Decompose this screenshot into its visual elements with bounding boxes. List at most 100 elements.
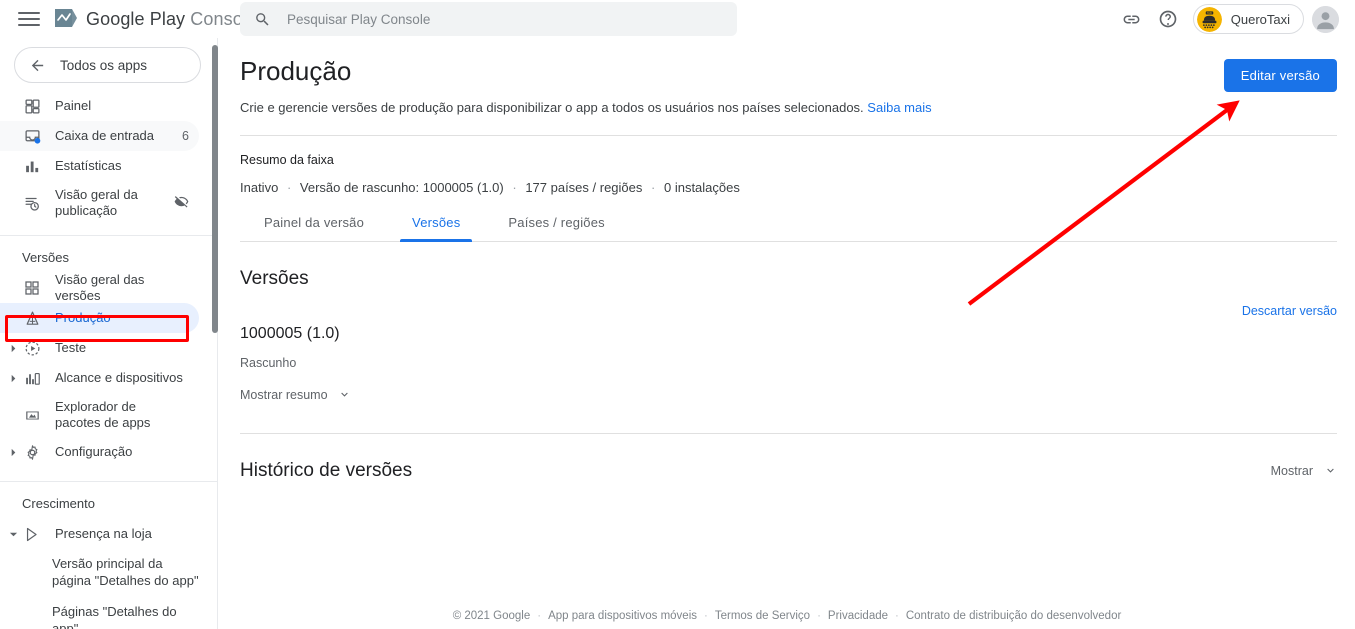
track-summary-draft-version: Versão de rascunho: 1000005 (1.0) <box>299 179 504 195</box>
sidebar-label: Visão geral da publicação <box>55 186 138 218</box>
querotaxi-app-icon: TAXI <box>1196 6 1222 32</box>
tab-painel-da-versao[interactable]: Painel da versão <box>240 215 388 241</box>
sidebar-label: Produção <box>55 309 111 325</box>
chevron-down-icon <box>340 392 348 397</box>
version-history-header: Histórico de versões Mostrar <box>240 460 1337 482</box>
chevron-down-icon <box>1327 468 1334 473</box>
sidebar-item-estatisticas[interactable]: Estatísticas <box>0 151 199 181</box>
play-console-page: Google Play Console Pesquisar Play Conso… <box>0 0 1355 629</box>
help-circle-icon[interactable] <box>1151 2 1185 36</box>
footer-separator: · <box>895 610 899 622</box>
tab-versoes[interactable]: Versões <box>388 215 484 242</box>
search-icon <box>256 12 269 26</box>
footer-link-termos[interactable]: Termos de Serviço <box>715 610 810 622</box>
sidebar-item-caixa-de-entrada[interactable]: Caixa de entrada 6 <box>0 121 199 151</box>
sidebar-label: Configuração <box>55 443 133 459</box>
summary-separator: · <box>286 179 292 195</box>
svg-text:TAXI: TAXI <box>1207 12 1212 15</box>
saiba-mais-link[interactable]: Saiba mais <box>867 100 931 115</box>
track-summary-status: Inativo <box>240 179 279 195</box>
chevron-right-icon[interactable] <box>7 342 19 354</box>
inbox-icon <box>22 128 42 145</box>
summary-separator: · <box>512 179 517 195</box>
store-presence-icon <box>22 526 42 543</box>
brand-primary: Google Play <box>86 8 186 29</box>
sidebar-scrollbar-thumb[interactable] <box>212 45 218 333</box>
page-description: Crie e gerencie versões de produção para… <box>240 98 1337 118</box>
footer-separator: · <box>817 610 821 622</box>
sidebar-label: Teste <box>55 339 87 355</box>
show-summary-label: Mostrar resumo <box>240 387 328 402</box>
app-selector-chip[interactable]: TAXI QueroTaxi <box>1192 4 1304 34</box>
summary-separator: · <box>651 179 656 195</box>
version-history-show-toggle[interactable]: Mostrar <box>1271 464 1337 478</box>
tab-paises-regioes[interactable]: Países / regiões <box>484 215 628 241</box>
sidebar-section-versoes: Versões <box>22 250 69 265</box>
google-play-console-logo[interactable]: Google Play Console <box>52 7 257 31</box>
chevron-right-icon[interactable] <box>7 372 19 384</box>
arrow-left-icon <box>31 59 44 71</box>
sidebar-item-teste[interactable]: Teste <box>0 333 199 363</box>
page-description-text: Crie e gerencie versões de produção para… <box>240 100 864 115</box>
brand-wordmark: Google Play Console <box>86 9 257 30</box>
releases-overview-icon <box>22 280 42 296</box>
inbox-badge-count: 6 <box>182 129 189 143</box>
dashboard-icon <box>22 98 42 115</box>
divider <box>240 134 1337 136</box>
link-icon[interactable] <box>1115 2 1149 36</box>
sidebar-item-explorador-de-pacotes-de-apps[interactable]: Explorador de pacotes de apps <box>0 393 199 437</box>
sidebar-label: Explorador de pacotes de apps <box>55 398 151 430</box>
discard-version-link[interactable]: Descartar versão <box>1242 304 1337 318</box>
bar-chart-icon <box>22 158 42 175</box>
content-wrapper: Produção Crie e gerencie versões de prod… <box>219 56 1355 482</box>
user-avatar[interactable] <box>1312 5 1339 33</box>
all-apps-button[interactable]: Todos os apps <box>14 47 201 83</box>
footer-link-contrato[interactable]: Contrato de distribuição do desenvolvedo… <box>906 610 1121 622</box>
show-label: Mostrar <box>1270 463 1313 478</box>
sidebar-subitem-versao-principal[interactable]: Versão principal da página "Detalhes do … <box>0 549 217 597</box>
sidebar-nav: Todos os apps Painel Caixa de entrada 6 … <box>0 38 218 629</box>
sidebar-item-painel[interactable]: Painel <box>0 91 199 121</box>
track-summary-countries: 177 países / regiões <box>525 179 643 195</box>
testing-icon <box>22 340 42 357</box>
chevron-right-icon[interactable] <box>7 446 19 458</box>
play-triangle-icon <box>55 9 77 27</box>
footer-link-app-movel[interactable]: App para dispositivos móveis <box>548 610 697 622</box>
page-footer: © 2021 Google · App para dispositivos mó… <box>219 610 1355 622</box>
search-input[interactable] <box>285 10 723 28</box>
chevron-down-icon[interactable] <box>7 528 19 540</box>
footer-copyright: © 2021 Google <box>452 610 531 622</box>
top-bar-actions: TAXI QueroTaxi <box>1115 0 1345 38</box>
gear-icon <box>22 444 42 461</box>
sidebar-item-visao-geral-das-versoes[interactable]: Visão geral das versões <box>0 271 199 303</box>
hamburger-menu-icon[interactable] <box>18 10 40 28</box>
reach-devices-icon <box>22 370 42 387</box>
visibility-off-icon <box>174 194 189 212</box>
edit-version-button[interactable]: Editar versão <box>1223 59 1337 92</box>
publishing-overview-icon <box>22 195 42 212</box>
sidebar-item-presenca-na-loja[interactable]: Presença na loja <box>0 519 199 549</box>
sidebar-label: Estatísticas <box>55 157 122 173</box>
sidebar-item-alcance-e-dispositivos[interactable]: Alcance e dispositivos <box>0 363 199 393</box>
sidebar-section-crescimento: Crescimento <box>22 496 95 511</box>
sidebar-item-producao[interactable]: Produção <box>0 303 199 333</box>
track-summary-label: Resumo da faixa <box>240 152 334 167</box>
tab-bar: Painel da versão Versões Países / regiõe… <box>240 215 1337 242</box>
footer-separator: · <box>704 610 708 622</box>
sidebar-label: Visão geral das versões <box>55 271 145 303</box>
sidebar-item-visao-geral-da-publicacao[interactable]: Visão geral da publicação <box>0 181 199 225</box>
top-app-bar: Google Play Console Pesquisar Play Conso… <box>0 0 1355 38</box>
version-history-title: Histórico de versões <box>240 459 413 481</box>
search-bar[interactable] <box>240 2 737 36</box>
app-bundle-explorer-icon <box>22 407 42 424</box>
sidebar-label: Painel <box>55 97 92 113</box>
sidebar-subitem-paginas-detalhes[interactable]: Páginas "Detalhes do app" <box>0 597 217 629</box>
footer-link-privacidade[interactable]: Privacidade <box>828 610 888 622</box>
all-apps-label: Todos os apps <box>60 57 148 73</box>
show-summary-toggle[interactable]: Mostrar resumo <box>240 388 351 402</box>
track-summary-installs: 0 instalações <box>663 179 740 195</box>
sidebar-item-configuracao[interactable]: Configuração <box>0 437 199 467</box>
sidebar-label: Caixa de entrada <box>55 127 155 143</box>
production-icon <box>22 310 42 327</box>
releases-section-title: Versões <box>240 267 309 289</box>
